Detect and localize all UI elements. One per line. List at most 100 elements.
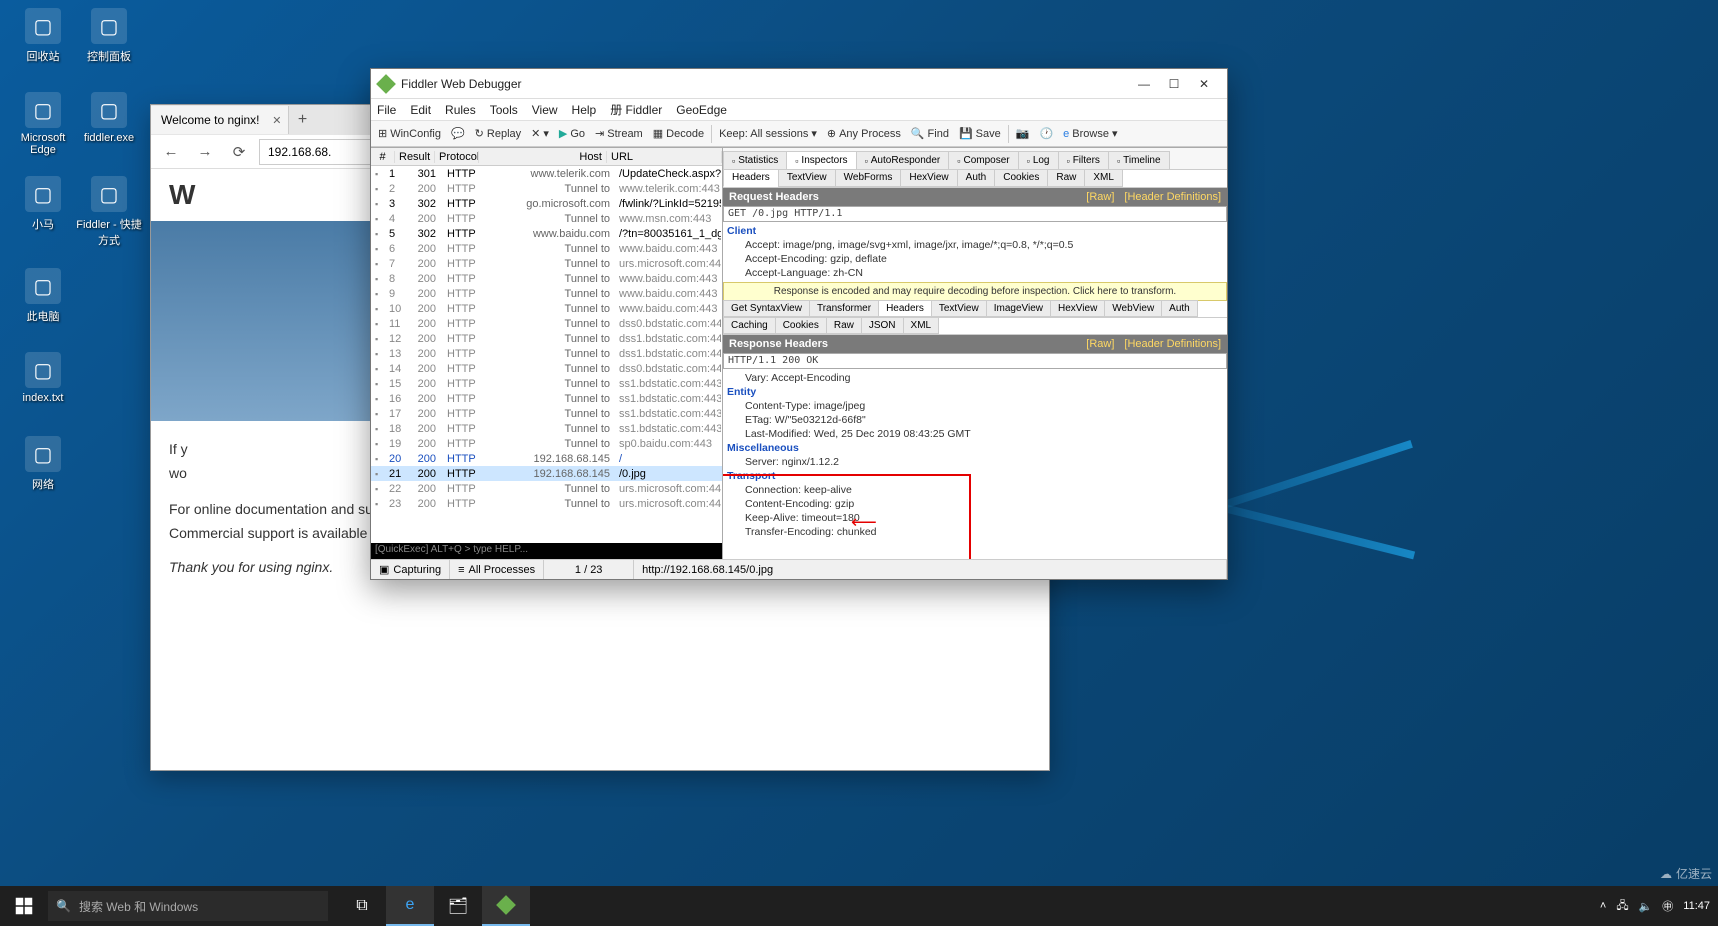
header-item[interactable]: Content-Encoding: gzip: [727, 497, 1223, 511]
desktop-icon[interactable]: ▢网络: [8, 436, 78, 492]
decode-button[interactable]: ▦Decode: [650, 123, 707, 145]
desktop-icon[interactable]: ▢回收站: [8, 8, 78, 64]
transform-notice[interactable]: Response is encoded and may require deco…: [723, 282, 1227, 301]
winconfig-button[interactable]: ⊞WinConfig: [375, 123, 444, 145]
capturing-status[interactable]: ▣Capturing: [371, 560, 450, 579]
col-url[interactable]: URL: [607, 151, 722, 163]
menu-item[interactable]: View: [532, 103, 558, 117]
header-item[interactable]: Keep-Alive: timeout=180: [727, 511, 1223, 525]
taskbar-explorer[interactable]: 🗂: [434, 886, 482, 926]
volume-icon[interactable]: 🔈: [1639, 900, 1653, 913]
session-row[interactable]: ▪16200HTTPTunnel toss1.bdstatic.com:443: [371, 391, 722, 406]
header-item[interactable]: Vary: Accept-Encoding: [727, 371, 1223, 385]
response-tab[interactable]: TextView: [931, 300, 987, 317]
inspector-tab[interactable]: ▫Composer: [948, 151, 1018, 169]
session-row[interactable]: ▪20200HTTP192.168.68.145/: [371, 451, 722, 466]
inspector-tab[interactable]: ▫Filters: [1058, 151, 1109, 169]
system-tray[interactable]: ˄ 🖧 🔈 ㊥ 11:47: [1592, 897, 1718, 916]
header-def-link-resp[interactable]: [Header Definitions]: [1124, 338, 1221, 350]
save-button[interactable]: 💾Save: [956, 123, 1004, 145]
header-item[interactable]: Accept-Language: zh-CN: [727, 266, 1223, 280]
response-tab[interactable]: JSON: [861, 317, 904, 334]
session-row[interactable]: ▪19200HTTPTunnel tosp0.baidu.com:443: [371, 436, 722, 451]
col-num[interactable]: #: [371, 151, 395, 163]
taskbar-fiddler[interactable]: [482, 886, 530, 926]
response-tab[interactable]: XML: [903, 317, 940, 334]
response-tab[interactable]: Raw: [826, 317, 862, 334]
header-item[interactable]: Server: nginx/1.12.2: [727, 455, 1223, 469]
response-tab[interactable]: Get SyntaxView: [723, 300, 810, 317]
go-button[interactable]: ▶Go: [556, 123, 588, 145]
forward-button[interactable]: →: [191, 138, 219, 166]
remove-button[interactable]: ✕▾: [528, 123, 552, 145]
new-tab-button[interactable]: +: [289, 111, 317, 129]
response-tab[interactable]: HexView: [1050, 300, 1105, 317]
network-icon[interactable]: 🖧: [1616, 897, 1628, 916]
comment-button[interactable]: 💬: [448, 123, 468, 145]
request-tab[interactable]: Cookies: [994, 170, 1048, 187]
desktop-icon[interactable]: ▢Fiddler - 快捷方式: [74, 176, 144, 248]
menu-item[interactable]: Rules: [445, 103, 476, 117]
desktop-icon[interactable]: ▢fiddler.exe: [74, 92, 144, 144]
request-tab[interactable]: WebForms: [835, 170, 902, 187]
request-tab[interactable]: HexView: [900, 170, 957, 187]
close-tab-icon[interactable]: ✕: [272, 114, 281, 127]
taskbar-edge[interactable]: e: [386, 886, 434, 926]
header-def-link[interactable]: [Header Definitions]: [1124, 191, 1221, 203]
menu-item[interactable]: Help: [572, 103, 597, 117]
inspector-tab[interactable]: ▫AutoResponder: [856, 151, 950, 169]
session-row[interactable]: ▪14200HTTPTunnel todss0.bdstatic.com:443: [371, 361, 722, 376]
menu-item[interactable]: Edit: [410, 103, 431, 117]
ime-icon[interactable]: ㊥: [1662, 898, 1673, 914]
desktop-icon[interactable]: ▢控制面板: [74, 8, 144, 64]
inspector-tab[interactable]: ▫Statistics: [723, 151, 787, 169]
session-row[interactable]: ▪18200HTTPTunnel toss1.bdstatic.com:443: [371, 421, 722, 436]
request-tab[interactable]: Auth: [957, 170, 996, 187]
stream-button[interactable]: ⇥Stream: [592, 123, 646, 145]
browse-button[interactable]: eBrowse ▾: [1060, 123, 1120, 145]
response-tab[interactable]: WebView: [1104, 300, 1162, 317]
session-row[interactable]: ▪3302HTTPgo.microsoft.com/fwlink/?LinkId…: [371, 196, 722, 211]
menu-item[interactable]: 册 Fiddler: [610, 101, 662, 118]
header-item[interactable]: Last-Modified: Wed, 25 Dec 2019 08:43:25…: [727, 427, 1223, 441]
taskbar-search[interactable]: 🔍 搜索 Web 和 Windows: [48, 891, 328, 921]
header-item[interactable]: Accept: image/png, image/svg+xml, image/…: [727, 238, 1223, 252]
session-row[interactable]: ▪11200HTTPTunnel todss0.bdstatic.com:443: [371, 316, 722, 331]
session-row[interactable]: ▪12200HTTPTunnel todss1.bdstatic.com:443: [371, 331, 722, 346]
response-group[interactable]: Miscellaneous: [727, 441, 1223, 455]
session-row[interactable]: ▪5302HTTPwww.baidu.com/?tn=80035161_1_dg: [371, 226, 722, 241]
response-group[interactable]: Entity: [727, 385, 1223, 399]
session-row[interactable]: ▪2200HTTPTunnel towww.telerik.com:443: [371, 181, 722, 196]
header-item[interactable]: ETag: W/"5e03212d-66f8": [727, 413, 1223, 427]
back-button[interactable]: ←: [157, 138, 185, 166]
minimize-button[interactable]: —: [1129, 77, 1159, 91]
session-row[interactable]: ▪17200HTTPTunnel toss1.bdstatic.com:443: [371, 406, 722, 421]
session-rows[interactable]: ▪1301HTTPwww.telerik.com/UpdateCheck.asp…: [371, 166, 722, 543]
quickexec-bar[interactable]: [QuickExec] ALT+Q > type HELP...: [371, 543, 722, 559]
desktop-icon[interactable]: ▢Microsoft Edge: [8, 92, 78, 156]
response-tab[interactable]: Auth: [1161, 300, 1198, 317]
inspector-tab[interactable]: ▫Inspectors: [786, 151, 856, 169]
desktop-icon[interactable]: ▢小马: [8, 176, 78, 232]
keep-dropdown[interactable]: Keep: All sessions ▾: [716, 123, 820, 145]
replay-button[interactable]: ↻Replay: [472, 123, 524, 145]
client-group[interactable]: Client: [727, 224, 1223, 238]
response-tab[interactable]: Cookies: [775, 317, 827, 334]
edge-tab[interactable]: Welcome to nginx! ✕: [151, 106, 289, 134]
request-tab[interactable]: Headers: [723, 170, 779, 187]
header-item[interactable]: Transfer-Encoding: chunked: [727, 525, 1223, 539]
header-item[interactable]: Content-Type: image/jpeg: [727, 399, 1223, 413]
session-row[interactable]: ▪6200HTTPTunnel towww.baidu.com:443: [371, 241, 722, 256]
refresh-button[interactable]: ⟳: [225, 138, 253, 166]
session-row[interactable]: ▪8200HTTPTunnel towww.baidu.com:443: [371, 271, 722, 286]
session-row[interactable]: ▪4200HTTPTunnel towww.msn.com:443: [371, 211, 722, 226]
session-row[interactable]: ▪22200HTTPTunnel tours.microsoft.com:443: [371, 481, 722, 496]
session-row[interactable]: ▪1301HTTPwww.telerik.com/UpdateCheck.asp…: [371, 166, 722, 181]
raw-link[interactable]: [Raw]: [1086, 191, 1114, 203]
session-row[interactable]: ▪23200HTTPTunnel tours.microsoft.com:443: [371, 496, 722, 511]
process-filter[interactable]: ≡All Processes: [450, 560, 544, 579]
header-item[interactable]: Connection: keep-alive: [727, 483, 1223, 497]
col-result[interactable]: Result: [395, 151, 435, 163]
response-tab[interactable]: Transformer: [809, 300, 879, 317]
col-protocol[interactable]: Protocol: [435, 151, 479, 163]
